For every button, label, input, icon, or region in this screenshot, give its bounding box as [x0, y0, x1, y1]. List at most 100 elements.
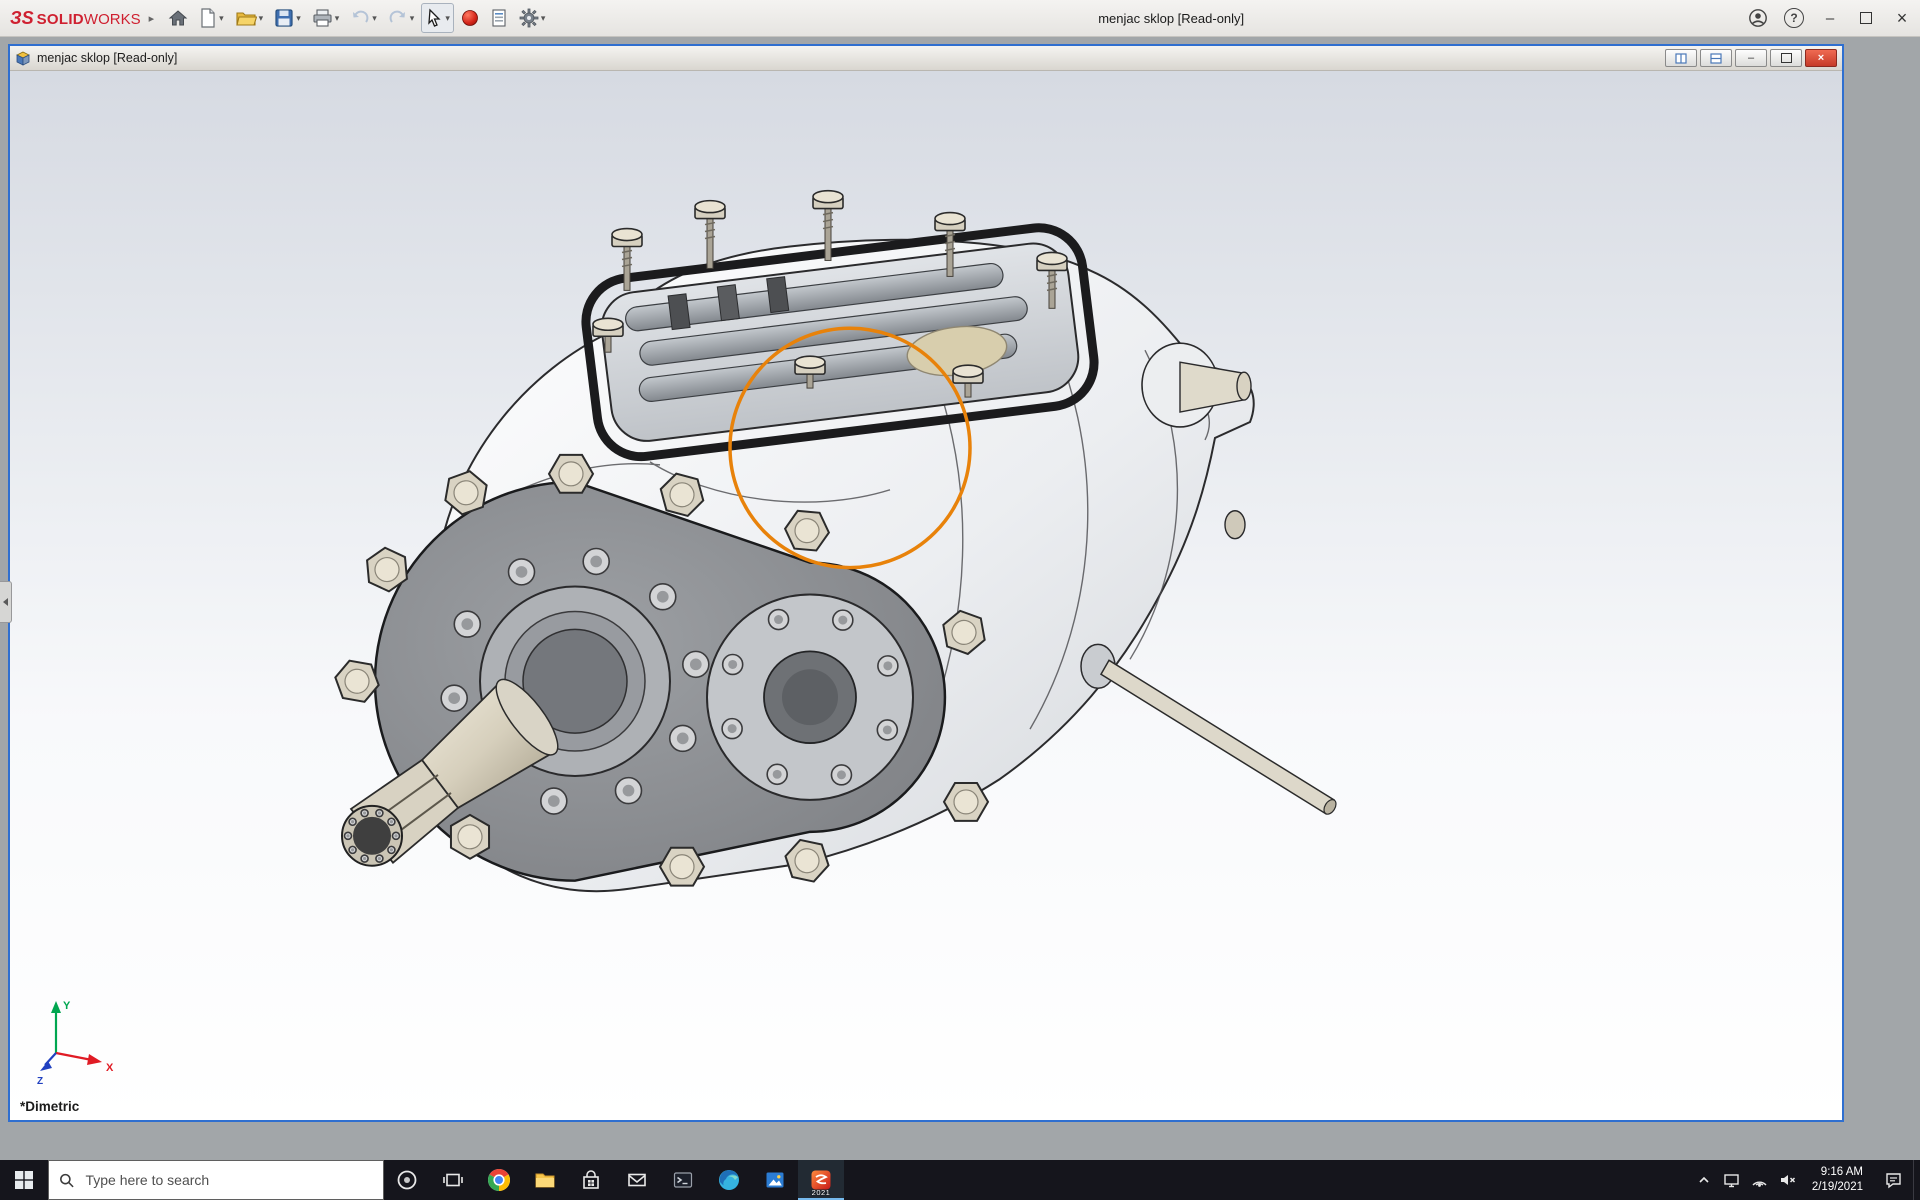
- cortana-button[interactable]: [384, 1160, 430, 1200]
- search-input[interactable]: [83, 1171, 373, 1189]
- edge-icon: [717, 1168, 741, 1192]
- home-button[interactable]: [164, 3, 192, 33]
- taskbar-console-button[interactable]: [660, 1160, 706, 1200]
- quick-access-toolbar: ▾ ▾ ▾ ▾ ▾ ▾ ▾: [164, 3, 549, 33]
- app-titlebar: ЗS SOLID WORKS ▸ ▾ ▾ ▾ ▾: [0, 0, 1920, 37]
- open-caret-icon[interactable]: ▾: [259, 13, 264, 24]
- action-center-button[interactable]: [1873, 1160, 1913, 1200]
- graphics-area[interactable]: Y X Z *Dimetric: [10, 71, 1842, 1120]
- ds-logo-mark: ЗS: [10, 8, 34, 29]
- side-cover: [707, 595, 913, 800]
- undo-button[interactable]: ▾: [346, 3, 381, 33]
- account-icon: [1748, 8, 1768, 28]
- select-caret-icon[interactable]: ▾: [445, 13, 450, 24]
- help-button[interactable]: ?: [1776, 0, 1812, 36]
- taskbar-edge-button[interactable]: [706, 1160, 752, 1200]
- file-explorer-icon: [533, 1168, 557, 1192]
- red-orb-icon: [461, 9, 479, 27]
- save-floppy-icon: [274, 8, 294, 28]
- taskbar-mail-button[interactable]: [614, 1160, 660, 1200]
- open-button[interactable]: ▾: [231, 3, 268, 33]
- triad-x-label: X: [106, 1062, 114, 1074]
- document-window: menjac sklop [Read-only] – ×: [8, 44, 1844, 1122]
- undo-caret-icon[interactable]: ▾: [372, 13, 377, 24]
- doc-close-button[interactable]: ×: [1805, 49, 1837, 67]
- app-minimize-button[interactable]: –: [1812, 0, 1848, 36]
- coordinate-triad: Y X Z: [36, 991, 136, 1086]
- triad-z-label: Z: [37, 1076, 43, 1086]
- chevron-up-icon: [1697, 1173, 1711, 1187]
- undo-icon: [350, 8, 370, 28]
- print-button[interactable]: ▾: [308, 3, 344, 33]
- red-orb-button[interactable]: [457, 3, 483, 33]
- solidworks-year-badge: 2021: [812, 1188, 831, 1197]
- network-icon: [1751, 1172, 1768, 1189]
- doc-pane-button-2[interactable]: [1700, 49, 1732, 67]
- clock-date: 2/19/2021: [1812, 1180, 1863, 1195]
- redo-caret-icon[interactable]: ▾: [410, 13, 415, 24]
- windows-logo-icon: [15, 1171, 33, 1189]
- restore-icon: [1781, 53, 1792, 63]
- print-caret-icon[interactable]: ▾: [335, 13, 340, 24]
- mail-icon: [625, 1168, 649, 1192]
- split-pane-icon: [1675, 53, 1687, 64]
- cortana-icon: [396, 1169, 418, 1191]
- taskbar-chrome-button[interactable]: [476, 1160, 522, 1200]
- solidworks-logo: ЗS SOLID WORKS: [0, 8, 141, 29]
- new-document-icon: [199, 8, 217, 28]
- tray-volume-button[interactable]: [1774, 1160, 1802, 1200]
- account-button[interactable]: [1740, 0, 1776, 36]
- home-icon: [168, 8, 188, 28]
- system-tray: 9:16 AM 2/19/2021: [1690, 1160, 1920, 1200]
- assembly-document-icon: [15, 51, 31, 66]
- document-titlebar[interactable]: menjac sklop [Read-only] – ×: [10, 46, 1842, 71]
- options-button[interactable]: ▾: [515, 3, 550, 33]
- new-document-caret-icon[interactable]: ▾: [219, 13, 224, 24]
- taskbar-search[interactable]: [48, 1160, 384, 1200]
- new-document-button[interactable]: ▾: [195, 3, 228, 33]
- document-title: menjac sklop [Read-only]: [37, 51, 177, 65]
- task-view-button[interactable]: [430, 1160, 476, 1200]
- options-gear-icon: [519, 8, 539, 28]
- app-close-button[interactable]: ×: [1884, 0, 1920, 36]
- solidworks-app: ЗS SOLID WORKS ▸ ▾ ▾ ▾ ▾: [0, 0, 1920, 1200]
- chrome-icon: [487, 1168, 511, 1192]
- command-prompt-icon: [671, 1168, 695, 1192]
- tray-chevron-button[interactable]: [1690, 1160, 1718, 1200]
- brand-solid: SOLID: [37, 11, 84, 28]
- show-desktop-button[interactable]: [1913, 1160, 1920, 1200]
- select-cursor-icon: [425, 8, 443, 28]
- save-caret-icon[interactable]: ▾: [296, 13, 301, 24]
- menu-flyout-arrow-icon[interactable]: ▸: [149, 12, 155, 25]
- doc-minimize-button[interactable]: –: [1735, 49, 1767, 67]
- doc-restore-button[interactable]: [1770, 49, 1802, 67]
- start-button[interactable]: [0, 1160, 48, 1200]
- tray-display-button[interactable]: [1718, 1160, 1746, 1200]
- document-list-button[interactable]: [486, 3, 512, 33]
- document-window-controls: – ×: [1665, 49, 1837, 67]
- microsoft-store-icon: [579, 1168, 603, 1192]
- print-icon: [312, 8, 333, 28]
- clock-time: 9:16 AM: [1821, 1165, 1863, 1180]
- app-maximize-button[interactable]: [1848, 0, 1884, 36]
- taskbar-store-button[interactable]: [568, 1160, 614, 1200]
- doc-pane-button-1[interactable]: [1665, 49, 1697, 67]
- select-tool-button[interactable]: ▾: [421, 3, 454, 33]
- save-button[interactable]: ▾: [270, 3, 305, 33]
- redo-icon: [388, 8, 408, 28]
- tray-network-button[interactable]: [1746, 1160, 1774, 1200]
- taskbar-clock[interactable]: 9:16 AM 2/19/2021: [1802, 1160, 1873, 1200]
- help-icon: ?: [1784, 8, 1804, 28]
- view-orientation-label: *Dimetric: [20, 1099, 79, 1114]
- brand-works: WORKS: [84, 11, 141, 28]
- maximize-icon: [1860, 12, 1872, 24]
- options-caret-icon[interactable]: ▾: [541, 13, 546, 24]
- document-list-icon: [490, 8, 508, 28]
- flyout-collapse-icon: [3, 598, 8, 606]
- feature-manager-flyout-tab[interactable]: [0, 581, 12, 623]
- taskbar-file-explorer-button[interactable]: [522, 1160, 568, 1200]
- taskbar-solidworks-button[interactable]: 2021: [798, 1160, 844, 1200]
- redo-button[interactable]: ▾: [384, 3, 419, 33]
- taskbar-photos-button[interactable]: [752, 1160, 798, 1200]
- action-center-icon: [1884, 1171, 1903, 1190]
